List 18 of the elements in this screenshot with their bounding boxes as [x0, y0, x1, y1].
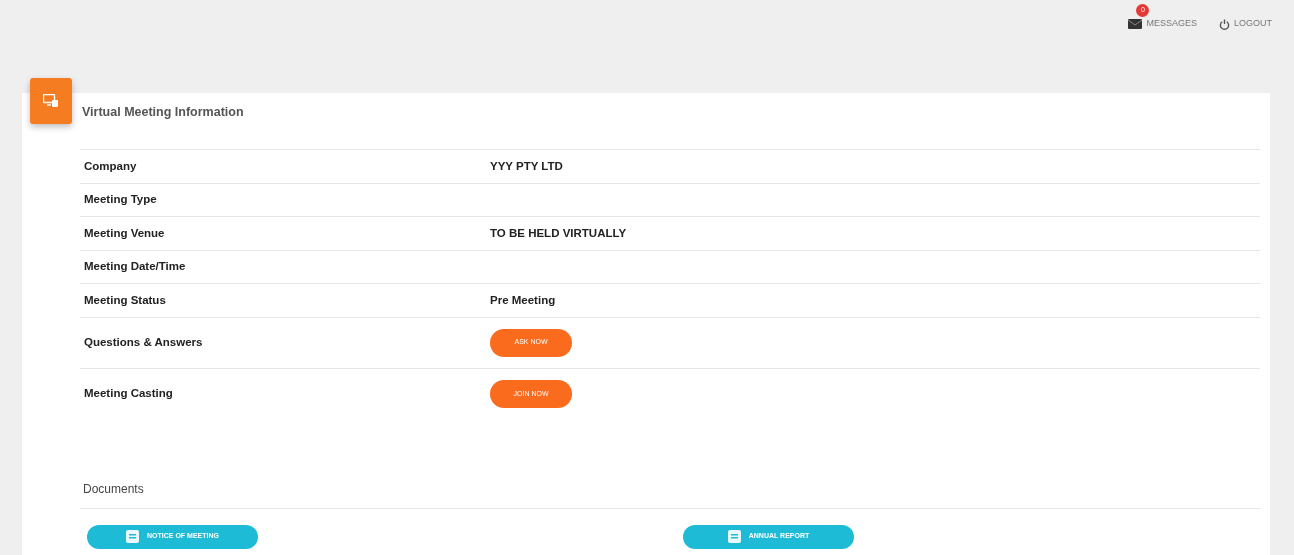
- document-icon: [126, 530, 139, 543]
- field-label: Meeting Venue: [84, 225, 166, 241]
- field-label: Meeting Type: [84, 192, 158, 208]
- field-value: TO BE HELD VIRTUALLY: [490, 225, 627, 241]
- mail-icon: [1128, 19, 1143, 29]
- monitor-icon: [43, 94, 59, 108]
- section-title: Documents: [83, 481, 144, 496]
- document-icon: [727, 530, 741, 543]
- power-icon: [1219, 18, 1230, 30]
- field-label: Company: [84, 158, 138, 174]
- field-label: Questions & Answers: [84, 334, 204, 350]
- field-label: Meeting Casting: [84, 386, 174, 402]
- panel-title: Virtual Meeting Information: [82, 105, 244, 119]
- field-value: YYY PTY LTD: [490, 158, 563, 174]
- logout-link[interactable]: LOGOUT: [1219, 8, 1272, 40]
- field-label: Meeting Date/Time: [84, 259, 187, 275]
- field-value: Pre Meeting: [490, 292, 556, 308]
- field-label: Meeting Status: [84, 292, 167, 308]
